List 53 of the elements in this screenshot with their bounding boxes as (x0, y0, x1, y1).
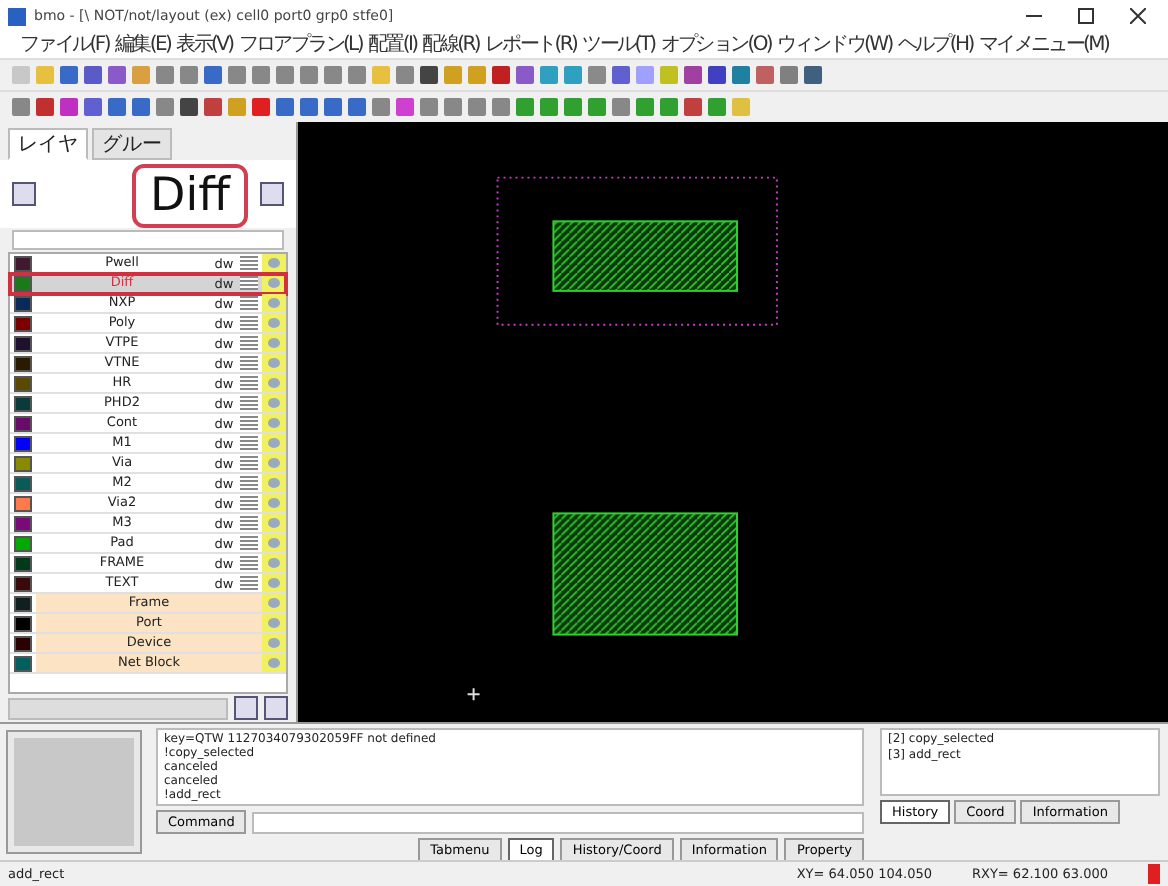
cell-thumbnail (8, 732, 140, 852)
visibility-icon[interactable] (262, 614, 286, 632)
panel-tool-icon[interactable] (234, 696, 258, 720)
menu-item[interactable]: 表示(V) (176, 32, 233, 58)
visibility-icon[interactable] (262, 334, 286, 352)
visibility-icon[interactable] (262, 534, 286, 552)
diff-rectangle[interactable] (552, 512, 738, 636)
menu-item[interactable]: 編集(E) (114, 32, 171, 58)
menu-item[interactable]: 配線(R) (422, 32, 479, 58)
visibility-icon[interactable] (262, 494, 286, 512)
panel-tab[interactable]: レイヤ (8, 128, 88, 160)
visibility-icon[interactable] (262, 314, 286, 332)
boundary-rectangle[interactable] (496, 176, 778, 326)
close-icon[interactable] (1130, 8, 1146, 24)
visibility-icon[interactable] (262, 574, 286, 592)
panel-tool-icon[interactable] (12, 182, 36, 206)
visibility-icon[interactable] (262, 654, 286, 672)
visibility-icon[interactable] (262, 254, 286, 272)
visibility-icon[interactable] (262, 274, 286, 292)
panel-tab[interactable]: グルー (92, 128, 172, 160)
visibility-icon[interactable] (262, 634, 286, 652)
panel-tool-icon[interactable] (260, 182, 284, 206)
scrollbar[interactable] (8, 697, 228, 719)
visibility-icon[interactable] (262, 294, 286, 312)
menu-item[interactable]: ツール(T) (582, 32, 655, 58)
panel-tool-icon[interactable] (264, 696, 288, 720)
visibility-icon[interactable] (262, 394, 286, 412)
visibility-icon[interactable] (262, 454, 286, 472)
command-field[interactable] (252, 811, 864, 833)
layout-canvas[interactable] (298, 122, 1168, 722)
menu-item[interactable]: マイメニュー(M) (978, 32, 1109, 58)
app-icon (8, 7, 26, 25)
layer-dropdown[interactable] (12, 230, 284, 250)
visibility-icon[interactable] (262, 414, 286, 432)
visibility-icon[interactable] (262, 434, 286, 452)
cursor-icon (466, 687, 481, 702)
visibility-icon[interactable] (262, 374, 286, 392)
status-indicator (1148, 864, 1160, 884)
menu-item[interactable]: ファイル(F) (20, 32, 109, 58)
menu-item[interactable]: ウィンドウ(W) (777, 32, 892, 58)
diff-rectangle[interactable] (552, 220, 738, 292)
visibility-icon[interactable] (262, 554, 286, 572)
visibility-icon[interactable] (262, 594, 286, 612)
menu-item[interactable]: レポート(R) (484, 32, 577, 58)
visibility-icon[interactable] (262, 354, 286, 372)
menu-item[interactable]: ヘルプ(H) (897, 32, 973, 58)
menu-item[interactable]: フロアプラン(L) (238, 32, 362, 58)
menu-item[interactable]: オプション(O) (660, 32, 772, 58)
maximize-icon[interactable] (1078, 8, 1094, 24)
visibility-icon[interactable] (262, 514, 286, 532)
visibility-icon[interactable] (262, 474, 286, 492)
callout: Diff (132, 164, 248, 228)
menu-item[interactable]: 配置(I) (367, 32, 417, 58)
